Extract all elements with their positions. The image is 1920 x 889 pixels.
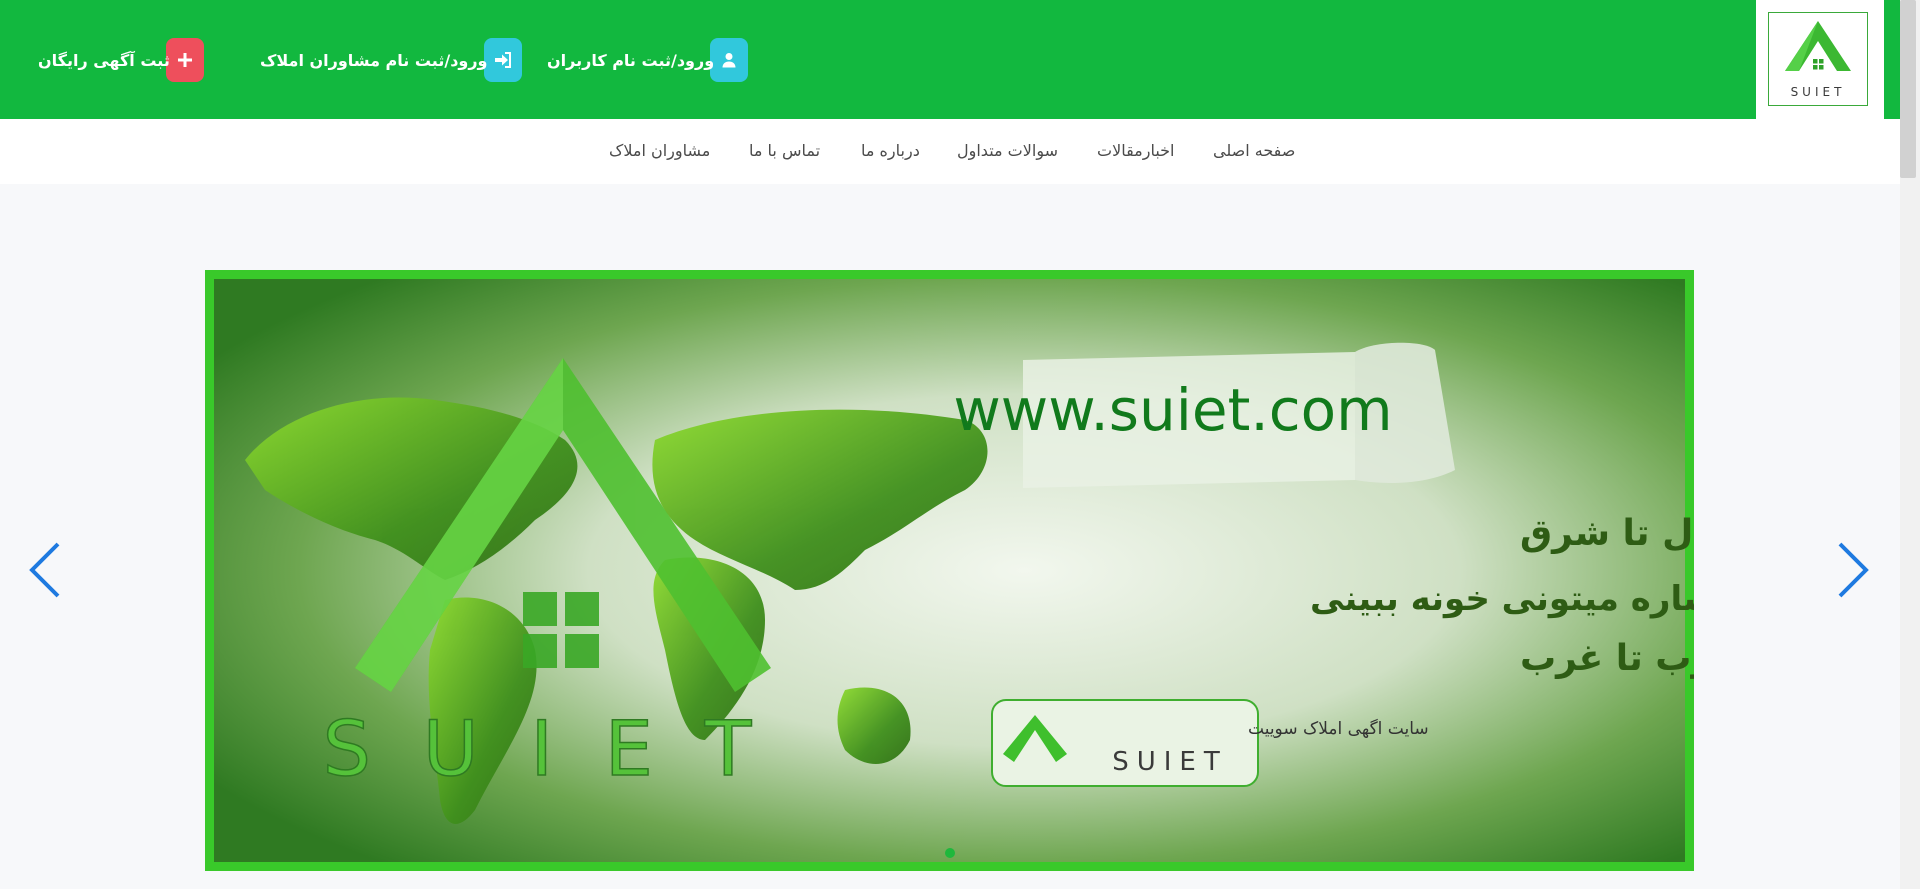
banner-url: www.suiet.com	[953, 376, 1392, 444]
site-logo[interactable]: SUIET	[1756, 0, 1884, 119]
free-ad-button[interactable]: ثبت آگهی رایگان	[38, 38, 204, 82]
nav-agents[interactable]: مشاوران املاک	[609, 141, 710, 160]
nav-contact[interactable]: تماس با ما	[749, 141, 820, 160]
banner-line-1: از شمال تا شرق	[1520, 513, 1694, 554]
user-login-button[interactable]: ورود/ثبت نام کاربران	[547, 38, 749, 82]
banner-line-2: با یک اشاره میتونی خونه ببینی	[1310, 579, 1694, 619]
top-header: ورود/ثبت نام کاربران ورود/ثبت نام مشاورا…	[0, 0, 1900, 119]
carousel-next-arrow-icon[interactable]	[1832, 540, 1872, 600]
nav-news[interactable]: اخبارمقالات	[1097, 141, 1175, 160]
logo-text: SUIET	[1790, 85, 1846, 99]
banner-big-brand: SUIET	[323, 704, 804, 793]
hero-banner[interactable]: SUIET www.suiet.com از شمال تا شرق با یک…	[205, 270, 1694, 871]
scrollbar-thumb[interactable]	[1900, 0, 1916, 178]
banner-line-3: از جنوب تا غرب	[1520, 638, 1694, 679]
carousel-prev-arrow-icon[interactable]	[26, 540, 66, 600]
free-ad-label: ثبت آگهی رایگان	[38, 50, 170, 70]
nav-about[interactable]: درباره ما	[861, 141, 920, 160]
carousel-dot[interactable]	[945, 848, 955, 858]
banner-badge-brand: SUIET	[1112, 747, 1228, 777]
banner-badge-caption: سایت اگهی املاک سوییت	[1248, 718, 1429, 739]
plus-icon	[165, 38, 204, 82]
sign-in-icon	[483, 38, 522, 82]
agent-login-button[interactable]: ورود/ثبت نام مشاوران املاک	[260, 38, 522, 82]
user-icon	[710, 38, 749, 82]
nav-home[interactable]: صفحه اصلی	[1213, 141, 1295, 160]
agent-login-label: ورود/ثبت نام مشاوران املاک	[260, 50, 488, 70]
user-login-label: ورود/ثبت نام کاربران	[547, 50, 715, 70]
banner-graphic: SUIET www.suiet.com از شمال تا شرق با یک…	[205, 270, 1694, 871]
nav-faq[interactable]: سوالات متداول	[957, 141, 1058, 160]
house-logo-icon	[1785, 21, 1851, 71]
main-nav: صفحه اصلی اخبارمقالات سوالات متداول دربا…	[0, 119, 1900, 184]
